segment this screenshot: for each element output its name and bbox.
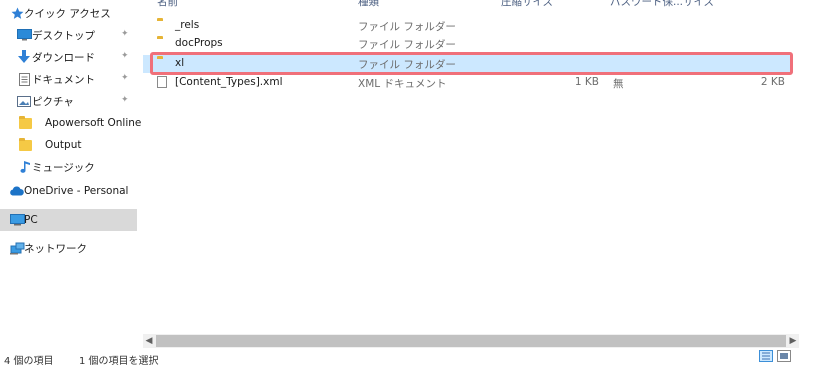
nav-item-apowersoft-online[interactable]: Apowersoft Online	[0, 112, 141, 134]
nav-item-quick-access[interactable]: クイック アクセス	[0, 2, 137, 24]
nav-label-downloads: ダウンロード	[32, 51, 95, 64]
file-size: 2 KB	[760, 76, 785, 88]
scrollbar-thumb[interactable]	[156, 335, 786, 347]
nav-label-apowersoft: Apowersoft Online	[45, 117, 142, 129]
table-row[interactable]: [Content_Types].xml XML ドキュメント 1 KB 無 2 …	[143, 74, 793, 92]
document-icon	[16, 72, 32, 86]
file-type: XML ドキュメント	[358, 78, 447, 90]
column-header-compressed[interactable]: 圧縮サイズ	[501, 0, 553, 9]
file-name: _rels	[175, 19, 200, 31]
column-header-size[interactable]: サイズ	[683, 0, 714, 9]
nav-label-output: Output	[45, 139, 82, 151]
nav-label-onedrive: OneDrive - Personal	[24, 185, 129, 197]
nav-label-documents: ドキュメント	[32, 73, 95, 86]
nav-item-documents[interactable]: ドキュメント ✦	[0, 68, 137, 90]
picture-icon	[16, 94, 32, 108]
download-arrow-icon	[16, 50, 32, 64]
nav-label-music: ミュージック	[32, 161, 95, 174]
table-row[interactable]: docProps ファイル フォルダー	[143, 35, 793, 53]
details-view-icon[interactable]	[759, 350, 773, 362]
nav-item-output[interactable]: Output	[0, 134, 137, 156]
network-icon	[9, 241, 25, 255]
pin-icon[interactable]: ✦	[121, 95, 129, 105]
cloud-icon	[9, 184, 25, 198]
nav-item-downloads[interactable]: ダウンロード ✦	[0, 46, 137, 68]
large-icons-view-icon[interactable]	[777, 350, 791, 362]
nav-item-music[interactable]: ミュージック	[0, 156, 137, 178]
nav-label-pictures: ピクチャ	[32, 95, 74, 108]
nav-item-network[interactable]: ネットワーク	[0, 237, 137, 259]
highlight-box	[150, 52, 793, 75]
scroll-left-icon[interactable]: ◀	[143, 334, 155, 348]
status-bar: 4 個の項目 1 個の項目を選択	[0, 348, 819, 368]
file-name: docProps	[175, 37, 223, 49]
folder-icon	[17, 115, 33, 130]
folder-icon	[17, 137, 33, 152]
column-header-password[interactable]: パスワード保...	[610, 0, 683, 9]
file-type: ファイル フォルダー	[358, 39, 456, 51]
pin-icon[interactable]: ✦	[121, 73, 129, 83]
nav-item-onedrive[interactable]: OneDrive - Personal	[0, 180, 137, 202]
file-password: 無	[613, 78, 624, 90]
navigation-pane: クイック アクセス デスクトップ ✦ ダウンロード ✦ ドキュメント ✦ ピクチ…	[0, 0, 141, 340]
pc-icon	[9, 213, 25, 227]
desktop-icon	[16, 28, 32, 42]
item-count: 4 個の項目	[4, 356, 54, 367]
xml-file-icon	[157, 76, 167, 88]
nav-item-pictures[interactable]: ピクチャ ✦	[0, 90, 137, 112]
file-name: [Content_Types].xml	[175, 76, 283, 88]
nav-item-desktop[interactable]: デスクトップ ✦	[0, 24, 137, 46]
pin-icon[interactable]: ✦	[121, 29, 129, 39]
column-header-name[interactable]: 名前	[157, 0, 178, 9]
nav-label-pc: PC	[24, 214, 38, 226]
file-type: ファイル フォルダー	[358, 21, 456, 33]
music-note-icon	[17, 160, 33, 174]
table-row[interactable]: _rels ファイル フォルダー	[143, 17, 793, 35]
nav-label-desktop: デスクトップ	[32, 29, 95, 42]
horizontal-scrollbar[interactable]: ◀ ▶	[143, 334, 799, 348]
file-list: 名前 種類 圧縮サイズ パスワード保... サイズ _rels ファイル フォル…	[143, 0, 819, 340]
pin-icon[interactable]: ✦	[121, 51, 129, 61]
nav-label-network: ネットワーク	[24, 242, 87, 255]
nav-item-pc[interactable]: PC	[0, 209, 137, 231]
selection-count: 1 個の項目を選択	[79, 356, 159, 367]
file-compressed-size: 1 KB	[574, 76, 599, 88]
column-header-type[interactable]: 種類	[358, 0, 379, 9]
scroll-right-icon[interactable]: ▶	[787, 334, 799, 348]
nav-label-quick-access: クイック アクセス	[24, 7, 111, 20]
star-icon	[9, 6, 25, 20]
